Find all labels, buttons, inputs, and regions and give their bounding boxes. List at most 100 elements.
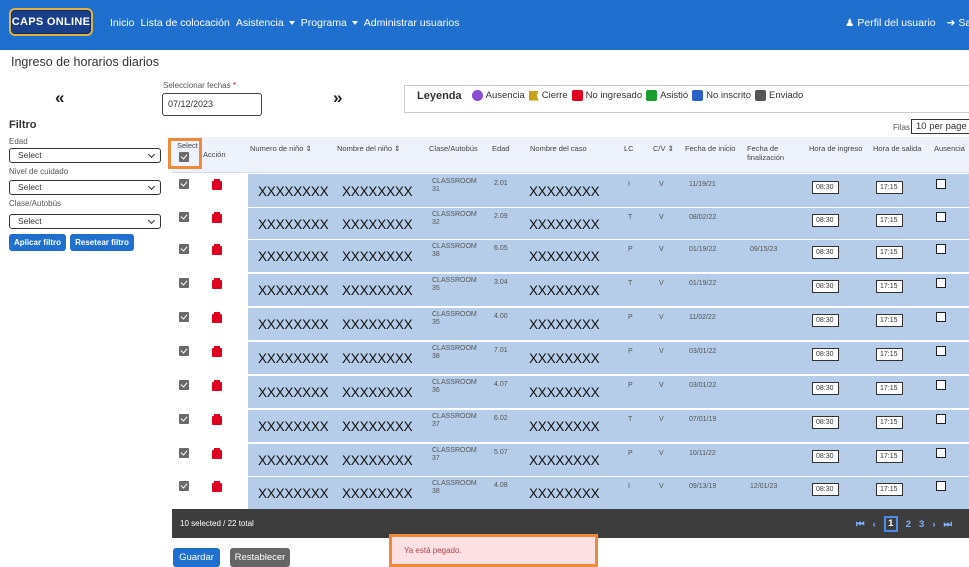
row-select-checkbox[interactable]: [179, 481, 189, 491]
next-page-icon[interactable]: ›: [932, 519, 935, 530]
first-page-icon[interactable]: ⏮: [856, 519, 865, 530]
logout-link[interactable]: ➜ Sa: [947, 17, 969, 29]
absence-checkbox[interactable]: [936, 481, 946, 491]
absence-checkbox[interactable]: [936, 179, 946, 189]
check-in-input[interactable]: 08:30: [812, 450, 839, 463]
nav-administrar-usuarios[interactable]: Administrar usuarios: [364, 17, 460, 29]
restore-button[interactable]: Restablecer: [230, 548, 290, 567]
nav-asistencia-label: Asistencia: [235, 17, 284, 29]
col-child-name[interactable]: Nombre del niño ⇕: [337, 144, 400, 153]
legend-item-attended: Asistió: [646, 90, 688, 101]
action-calendar-icon[interactable]: [212, 346, 222, 357]
filter-class-select[interactable]: Select: [9, 214, 161, 229]
table-row: XXXXXXXX XXXXXXXX CLASSROOM 37 5.07 XXXXXXXX P…: [172, 443, 969, 476]
filter-age-select[interactable]: Select: [9, 148, 161, 163]
start-date: 07/01/19: [689, 416, 717, 423]
action-calendar-icon[interactable]: [212, 179, 222, 190]
caps-online-logo[interactable]: CAPS ONLINE: [9, 8, 93, 36]
page-button[interactable]: 2: [906, 519, 911, 530]
absence-checkbox[interactable]: [936, 448, 946, 458]
action-calendar-icon[interactable]: [212, 448, 222, 459]
check-in-input[interactable]: 08:30: [812, 382, 839, 395]
nav-programa[interactable]: Programa: [301, 17, 358, 29]
page-button[interactable]: 3: [919, 519, 924, 530]
absence-checkbox[interactable]: [936, 278, 946, 288]
page-button-current[interactable]: 1: [883, 516, 898, 532]
check-in-input[interactable]: 08:30: [812, 246, 839, 259]
previous-page-icon[interactable]: ‹: [873, 519, 876, 530]
row-select-checkbox[interactable]: [179, 244, 189, 254]
start-date: 01/19/22: [689, 246, 717, 253]
class-number: 35: [432, 285, 440, 292]
check-in-input[interactable]: 08:30: [812, 214, 839, 227]
apply-filter-button[interactable]: Aplicar filtro: [9, 234, 66, 251]
user-profile-link[interactable]: ♟ Perfil del usuario: [845, 17, 936, 29]
check-in-input[interactable]: 08:30: [812, 348, 839, 361]
check-out-input[interactable]: 17:15: [876, 280, 903, 293]
check-out-input[interactable]: 17:15: [876, 416, 903, 429]
action-calendar-icon[interactable]: [212, 212, 222, 223]
check-out-input[interactable]: 17:15: [876, 214, 903, 227]
check-out-input[interactable]: 17:15: [876, 314, 903, 327]
absence-checkbox[interactable]: [936, 346, 946, 356]
class-name: CLASSROOM: [432, 345, 477, 352]
action-calendar-icon[interactable]: [212, 278, 222, 289]
nav-inicio[interactable]: Inicio: [110, 17, 135, 29]
legend-label: Asistió: [660, 90, 689, 101]
check-in-input[interactable]: 08:30: [812, 181, 839, 194]
absence-checkbox[interactable]: [936, 244, 946, 254]
date-input[interactable]: 07/12/2023: [162, 93, 262, 116]
col-end-date: Fecha de finalización: [747, 144, 784, 162]
row-select-checkbox[interactable]: [179, 179, 189, 189]
check-out-input[interactable]: 17:15: [876, 450, 903, 463]
age: 2.09: [494, 213, 508, 220]
class-number: 37: [432, 421, 440, 428]
absence-checkbox[interactable]: [936, 212, 946, 222]
check-in-input[interactable]: 08:30: [812, 314, 839, 327]
check-out-input[interactable]: 17:15: [876, 382, 903, 395]
absence-checkbox[interactable]: [936, 380, 946, 390]
check-out-input[interactable]: 17:15: [876, 348, 903, 361]
col-child-number[interactable]: Numero de niño ⇕: [250, 144, 312, 153]
check-out-input[interactable]: 17:15: [876, 483, 903, 496]
child-name: XXXXXXXX: [342, 486, 413, 501]
check-in-input[interactable]: 08:30: [812, 280, 839, 293]
nav-lista-colocacion[interactable]: Lista de colocación: [141, 17, 230, 29]
action-calendar-icon[interactable]: [212, 380, 222, 391]
chevron-down-icon: [351, 21, 358, 26]
child-name: XXXXXXXX: [342, 283, 413, 298]
check-in-input[interactable]: 08:30: [812, 416, 839, 429]
save-button[interactable]: Guardar: [173, 548, 220, 567]
check-in-input[interactable]: 08:30: [812, 483, 839, 496]
nav-asistencia[interactable]: Asistencia: [236, 17, 295, 29]
row-select-checkbox[interactable]: [179, 212, 189, 222]
col-cv[interactable]: C/V ⇕: [653, 144, 674, 153]
class-name: CLASSROOM: [432, 480, 477, 487]
action-calendar-icon[interactable]: [212, 481, 222, 492]
action-calendar-icon[interactable]: [212, 312, 222, 323]
next-date-button[interactable]: »: [333, 88, 342, 108]
action-calendar-icon[interactable]: [212, 414, 222, 425]
case-name: XXXXXXXX: [529, 453, 600, 468]
absence-checkbox[interactable]: [936, 312, 946, 322]
row-select-checkbox[interactable]: [179, 414, 189, 424]
previous-date-button[interactable]: «: [55, 88, 64, 108]
row-select-checkbox[interactable]: [179, 380, 189, 390]
check-out-input[interactable]: 17:15: [876, 246, 903, 259]
row-select-checkbox[interactable]: [179, 312, 189, 322]
child-name: XXXXXXXX: [342, 317, 413, 332]
action-calendar-icon[interactable]: [212, 244, 222, 255]
row-select-checkbox[interactable]: [179, 346, 189, 356]
row-select-checkbox[interactable]: [179, 448, 189, 458]
lc: P: [628, 348, 633, 355]
reset-filter-button[interactable]: Resetear filtro: [70, 234, 134, 251]
check-out-input[interactable]: 17:15: [876, 181, 903, 194]
class-number: 36: [432, 387, 440, 394]
row-separator: [172, 207, 969, 208]
required-mark: *: [232, 81, 236, 90]
rows-per-page-select[interactable]: 10 per page: [911, 119, 969, 134]
absence-checkbox[interactable]: [936, 414, 946, 424]
filter-care-level-select[interactable]: Select: [9, 180, 161, 195]
row-select-checkbox[interactable]: [179, 278, 189, 288]
last-page-icon[interactable]: ⏭: [944, 519, 953, 530]
